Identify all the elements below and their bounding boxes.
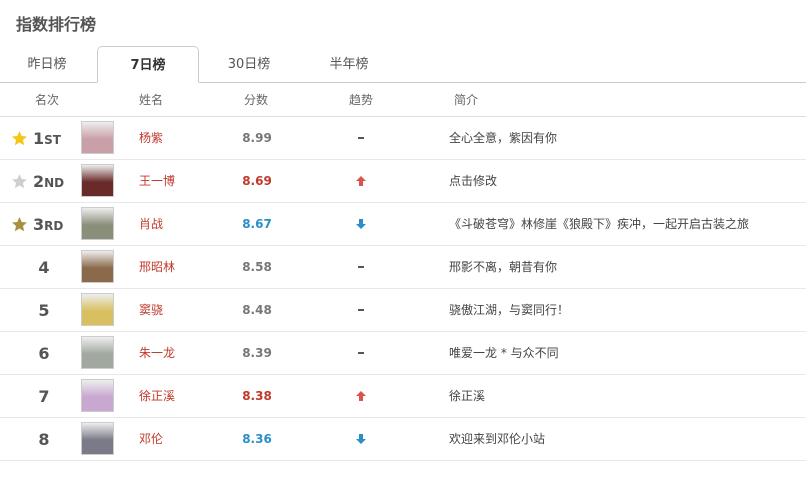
rank-number: 2ND bbox=[33, 172, 65, 191]
header-trend: 趋势 bbox=[349, 93, 374, 107]
tab-7-day[interactable]: 7日榜 bbox=[97, 46, 199, 83]
tab-bar: 昨日榜 7日榜 30日榜 半年榜 bbox=[0, 46, 806, 83]
celebrity-name-link[interactable]: 邓伦 bbox=[139, 418, 163, 460]
tab-30-day[interactable]: 30日榜 bbox=[208, 46, 290, 82]
trend-down-icon bbox=[356, 219, 366, 229]
rank-number: 3RD bbox=[33, 215, 64, 234]
intro-text: 徐正溪 bbox=[449, 389, 486, 403]
medal-star-icon bbox=[12, 174, 27, 189]
trend-flat-icon bbox=[358, 266, 364, 268]
trend-up-icon bbox=[356, 176, 366, 186]
header-name: 姓名 bbox=[139, 93, 164, 107]
score-value: 8.39 bbox=[242, 346, 272, 360]
avatar[interactable] bbox=[81, 250, 114, 283]
score-value: 8.67 bbox=[242, 217, 272, 231]
rank-number: 8 bbox=[38, 430, 50, 449]
rank-suffix: ST bbox=[44, 133, 61, 147]
intro-text: 骁傲江湖，与窦同行！ bbox=[449, 303, 570, 317]
avatar[interactable] bbox=[81, 207, 114, 240]
table-row: 6 朱一龙 8.39 唯爱一龙 * 与众不同 bbox=[0, 332, 806, 375]
celebrity-name-link[interactable]: 王一博 bbox=[139, 160, 175, 202]
celebrity-name-link[interactable]: 杨紫 bbox=[139, 117, 163, 159]
rank-number: 6 bbox=[38, 344, 50, 363]
intro-text: 全心全意，紫因有你 bbox=[449, 131, 558, 145]
trend-flat-icon bbox=[358, 309, 364, 311]
avatar[interactable] bbox=[81, 379, 114, 412]
intro-text: 唯爱一龙 * 与众不同 bbox=[449, 346, 559, 360]
header-score: 分数 bbox=[244, 93, 269, 107]
intro-text: 邢影不离，朝昔有你 bbox=[449, 260, 558, 274]
table-row: 4 邢昭林 8.58 邢影不离，朝昔有你 bbox=[0, 246, 806, 289]
avatar[interactable] bbox=[81, 121, 114, 154]
rank-suffix: RD bbox=[44, 219, 64, 233]
rank-suffix: ND bbox=[44, 176, 65, 190]
intro-text: 欢迎来到邓伦小站 bbox=[449, 432, 546, 446]
score-value: 8.69 bbox=[242, 174, 272, 188]
header-rank: 名次 bbox=[35, 93, 60, 107]
avatar[interactable] bbox=[81, 422, 114, 455]
score-value: 8.36 bbox=[242, 432, 272, 446]
score-value: 8.58 bbox=[242, 260, 272, 274]
rank-number: 1ST bbox=[33, 129, 61, 148]
page-title: 指数排行榜 bbox=[16, 15, 97, 34]
avatar[interactable] bbox=[81, 293, 114, 326]
rank-number: 4 bbox=[38, 258, 50, 277]
celebrity-name-link[interactable]: 徐正溪 bbox=[139, 375, 175, 417]
score-value: 8.38 bbox=[242, 389, 272, 403]
table-row: 2ND 王一博 8.69 点击修改 bbox=[0, 160, 806, 203]
rank-number: 7 bbox=[38, 387, 50, 406]
medal-star-icon bbox=[12, 217, 27, 232]
celebrity-name-link[interactable]: 邢昭林 bbox=[139, 246, 175, 288]
table-row: 8 邓伦 8.36 欢迎来到邓伦小站 bbox=[0, 418, 806, 461]
header-intro: 简介 bbox=[454, 93, 479, 107]
trend-up-icon bbox=[356, 391, 366, 401]
medal-star-icon bbox=[12, 131, 27, 146]
trend-flat-icon bbox=[358, 352, 364, 354]
table-row: 3RD 肖战 8.67 《斗破苍穹》林修崖《狼殿下》疾冲，一起开启古装之旅 bbox=[0, 203, 806, 246]
avatar[interactable] bbox=[81, 164, 114, 197]
score-value: 8.48 bbox=[242, 303, 272, 317]
score-value: 8.99 bbox=[242, 131, 272, 145]
table-row: 7 徐正溪 8.38 徐正溪 bbox=[0, 375, 806, 418]
trend-down-icon bbox=[356, 434, 366, 444]
celebrity-name-link[interactable]: 肖战 bbox=[139, 203, 163, 245]
rank-number: 5 bbox=[38, 301, 50, 320]
celebrity-name-link[interactable]: 窦骁 bbox=[139, 289, 163, 331]
celebrity-name-link[interactable]: 朱一龙 bbox=[139, 332, 175, 374]
table-row: 5 窦骁 8.48 骁傲江湖，与窦同行！ bbox=[0, 289, 806, 332]
table-header: 名次 姓名 分数 趋势 简介 bbox=[0, 82, 806, 117]
tab-half-year[interactable]: 半年榜 bbox=[308, 46, 390, 82]
avatar[interactable] bbox=[81, 336, 114, 369]
intro-text: 《斗破苍穹》林修崖《狼殿下》疾冲，一起开启古装之旅 bbox=[449, 217, 750, 231]
intro-text: 点击修改 bbox=[449, 174, 498, 188]
tab-yesterday[interactable]: 昨日榜 bbox=[8, 46, 86, 82]
trend-flat-icon bbox=[358, 137, 364, 139]
table-row: 1ST 杨紫 8.99 全心全意，紫因有你 bbox=[0, 117, 806, 160]
